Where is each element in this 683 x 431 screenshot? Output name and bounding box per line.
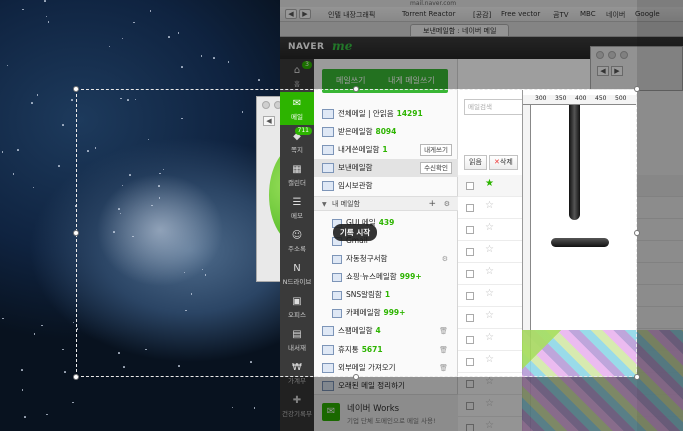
star-dot [71,99,73,101]
star-dot [2,317,4,320]
record-start-tooltip[interactable]: 기록 시작 [333,224,378,241]
star-dot [31,102,33,104]
star-dot [253,407,256,409]
selection-handle[interactable] [353,86,359,92]
star-dot [177,32,179,34]
capture-dim-area [637,0,683,431]
selection-handle[interactable] [73,86,79,92]
selection-handle[interactable] [353,374,359,380]
star-dot [32,186,35,189]
star-dot [181,66,183,68]
star-dot [24,416,26,418]
star-dot [64,371,66,373]
star-dot [200,55,203,57]
selection-handle[interactable] [73,230,79,236]
star-dot [58,165,60,167]
star-dot [44,0,46,2]
star-dot [258,79,260,81]
star-dot [21,369,23,371]
capture-dim-area [280,377,637,431]
selection-handle[interactable] [634,374,640,380]
star-dot [17,149,19,151]
star-dot [227,61,230,63]
selection-handle[interactable] [73,374,79,380]
selection-handle[interactable] [634,230,640,236]
selection-handle[interactable] [634,86,640,92]
star-dot [213,57,215,59]
star-dot [21,389,23,391]
capture-dim-area [280,0,637,89]
star-dot [62,124,64,126]
star-dot [47,21,50,23]
star-dot [72,401,74,404]
star-dot [149,10,152,12]
star-dot [168,36,170,38]
star-dot [41,324,43,327]
star-dot [36,94,39,96]
